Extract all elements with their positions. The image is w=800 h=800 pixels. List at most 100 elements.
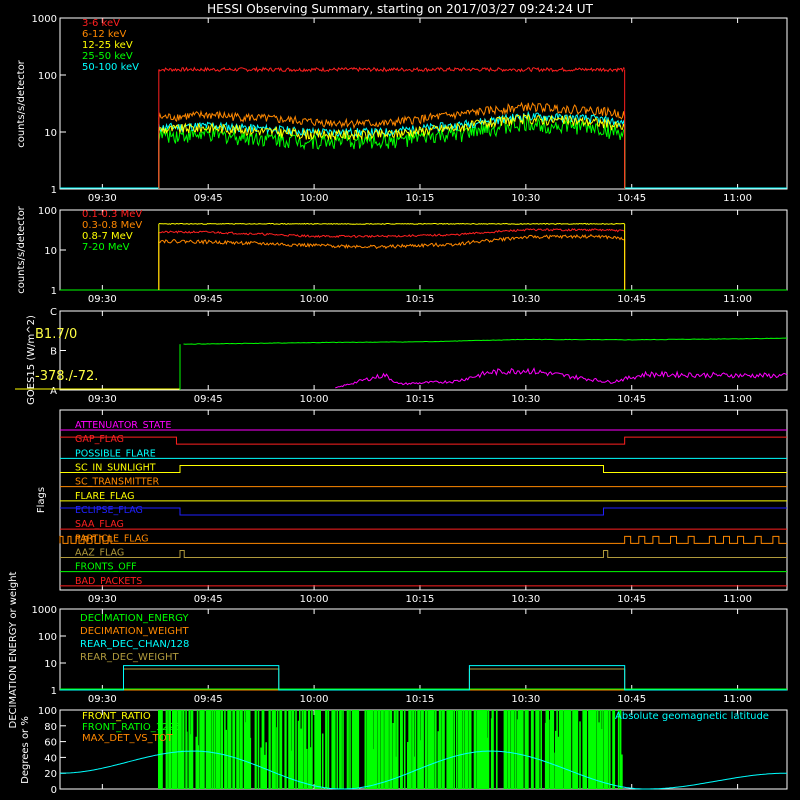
x-tick-label: 10:45 bbox=[617, 193, 646, 204]
legend-entry: 3-6 keV bbox=[82, 18, 120, 29]
series-line bbox=[335, 367, 788, 389]
x-tick-label: 10:15 bbox=[406, 294, 435, 305]
x-tick-label: 10:30 bbox=[511, 694, 540, 705]
x-tick-label: 10:00 bbox=[300, 294, 329, 305]
x-tick-label: 11:00 bbox=[723, 394, 752, 405]
legend-entry: 0.8-7 MeV bbox=[82, 231, 133, 242]
panel-energy-high: 09:30 09:45 10:00 10:15 10:30 10:45 11:00 1101… bbox=[16, 205, 788, 305]
series-line bbox=[60, 668, 787, 691]
y-axis-label: counts/s/detector bbox=[16, 59, 27, 147]
y-ticks: 1 10 100 bbox=[38, 206, 66, 297]
flag-label: SAA_FLAG bbox=[75, 519, 124, 530]
plot-area bbox=[15, 337, 788, 390]
flag-line bbox=[60, 436, 787, 445]
flag-label: POSSIBLE_FLARE bbox=[75, 448, 156, 459]
y-tick-label: C bbox=[50, 307, 57, 318]
x-tick-label: 10:15 bbox=[406, 594, 435, 605]
legend-entry: 50-100 keV bbox=[82, 62, 139, 73]
y-tick-label: 60 bbox=[44, 738, 57, 749]
x-tick-label: 10:45 bbox=[617, 594, 646, 605]
y-axis-label: Flags bbox=[36, 487, 47, 513]
panel-energy-low: 09:30 09:45 10:00 10:15 10:30 10:45 11:00 1101… bbox=[16, 14, 788, 204]
flag-label: SC_TRANSMITTER bbox=[75, 477, 160, 488]
y-tick-label: 10 bbox=[44, 659, 57, 670]
x-tick-label: 10:30 bbox=[511, 193, 540, 204]
y-tick-label: 100 bbox=[38, 206, 57, 217]
y-tick-label: 80 bbox=[44, 722, 57, 733]
x-tick-label: 10:15 bbox=[406, 193, 435, 204]
y-tick-label: 100 bbox=[38, 71, 57, 82]
flag-line bbox=[60, 550, 787, 558]
series-line bbox=[183, 337, 788, 345]
legend-entry: REAR_DEC_CHAN/128 bbox=[80, 639, 189, 650]
y-axis-label: counts/s/detector bbox=[16, 205, 27, 293]
y-tick-label: 20 bbox=[44, 769, 57, 780]
legend-entry: DECIMATION_WEIGHT bbox=[80, 626, 189, 637]
x-tick-label: 10:45 bbox=[617, 294, 646, 305]
legend-entry: 25-50 keV bbox=[82, 51, 133, 62]
x-ticks: 09:30 09:45 10:00 10:15 10:30 10:45 11:00 bbox=[88, 18, 752, 204]
x-tick-label: 10:30 bbox=[511, 294, 540, 305]
legend-entry: 7-20 MeV bbox=[82, 242, 130, 253]
y-ticks: 1 10 100 1000 bbox=[32, 14, 66, 196]
plot-area bbox=[60, 222, 787, 291]
x-tick-label: 10:00 bbox=[300, 594, 329, 605]
plot-area bbox=[60, 66, 787, 189]
flag-line bbox=[60, 507, 787, 516]
x-tick-label: 10:45 bbox=[617, 694, 646, 705]
goes-annotation-values: -378./-72. bbox=[35, 369, 98, 384]
x-tick-label: 09:45 bbox=[194, 394, 223, 405]
series-line bbox=[158, 101, 626, 130]
legend-entry: REAR_DEC_WEIGHT bbox=[80, 652, 179, 663]
panel-goes: 09:30 09:45 10:00 10:15 10:30 10:45 11:00 ABC … bbox=[15, 307, 788, 405]
legend: 3-6 keV6-12 keV12-25 keV25-50 keV50-100 … bbox=[82, 18, 139, 73]
x-tick-label: 09:30 bbox=[88, 594, 117, 605]
plot-area bbox=[60, 665, 787, 691]
x-tick-label: 11:00 bbox=[723, 193, 752, 204]
flag-line bbox=[60, 465, 787, 473]
x-tick-label: 10:15 bbox=[406, 694, 435, 705]
x-tick-label: 11:00 bbox=[723, 694, 752, 705]
panel-ratio: 0 20 40 60 80 100 FRONT_RATIOFRONT_RATIO_1225… bbox=[20, 706, 788, 796]
x-tick-label: 10:00 bbox=[300, 193, 329, 204]
y-tick-label: 1000 bbox=[32, 14, 57, 25]
y-axis-label: DECIMATION ENERGY or weight bbox=[8, 571, 19, 728]
x-tick-label: 09:30 bbox=[88, 394, 117, 405]
plot-area: ATTENUATOR_STATE GAP_FLAG POSSIBLE_FLARE SC… bbox=[59, 420, 787, 587]
flag-label: BAD_PACKETS bbox=[75, 576, 142, 587]
y-tick-label: B bbox=[50, 347, 57, 358]
legend-entry: FRONT_RATIO_1225 bbox=[82, 722, 181, 733]
y-tick-label: A bbox=[50, 386, 57, 397]
y-tick-label: 0 bbox=[51, 785, 57, 796]
flag-label: GAP_FLAG bbox=[75, 434, 124, 445]
flag-label: ECLIPSE_FLAG bbox=[75, 505, 143, 516]
flag-label: SC_IN_SUNLIGHT bbox=[75, 463, 156, 474]
y-tick-label: 10 bbox=[44, 128, 57, 139]
x-ticks: 09:30 09:45 10:00 10:15 10:30 10:45 11:00 bbox=[88, 311, 752, 405]
panel-frame bbox=[59, 17, 788, 190]
x-tick-label: 10:15 bbox=[406, 394, 435, 405]
y-tick-label: 1 bbox=[51, 185, 57, 196]
flag-label: ATTENUATOR_STATE bbox=[75, 420, 171, 431]
legend-entry: MAX_DET_VS_TOT bbox=[82, 733, 174, 744]
flag-label: AAZ_FLAG bbox=[75, 548, 124, 559]
front-ratio-bars bbox=[158, 710, 623, 789]
x-tick-label: 09:45 bbox=[194, 294, 223, 305]
series-line bbox=[158, 66, 625, 73]
legend-entry: 12-25 keV bbox=[82, 40, 133, 51]
figure-title: HESSI Observing Summary, starting on 201… bbox=[207, 2, 593, 16]
y-tick-label: 1 bbox=[51, 686, 57, 697]
x-tick-label: 10:00 bbox=[300, 694, 329, 705]
legend-entry: DECIMATION_ENERGY bbox=[80, 613, 189, 624]
flag-label: PARTICLE_FLAG bbox=[75, 533, 148, 544]
panel-decimation: 09:30 09:45 10:00 10:15 10:30 10:45 11:00 1101… bbox=[8, 571, 788, 728]
series-line bbox=[158, 222, 625, 225]
legend-entry: 0.1-0.3 MeV bbox=[82, 209, 142, 220]
panel-frame bbox=[59, 209, 788, 291]
y-tick-label: 40 bbox=[44, 753, 57, 764]
x-tick-label: 09:30 bbox=[88, 294, 117, 305]
flag-label: FLARE_FLAG bbox=[75, 491, 135, 502]
x-tick-label: 11:00 bbox=[723, 294, 752, 305]
panel-flags: 09:30 09:45 10:00 10:15 10:30 10:45 11:00 ATTE… bbox=[36, 409, 788, 605]
legend-entry: 6-12 keV bbox=[82, 29, 126, 40]
